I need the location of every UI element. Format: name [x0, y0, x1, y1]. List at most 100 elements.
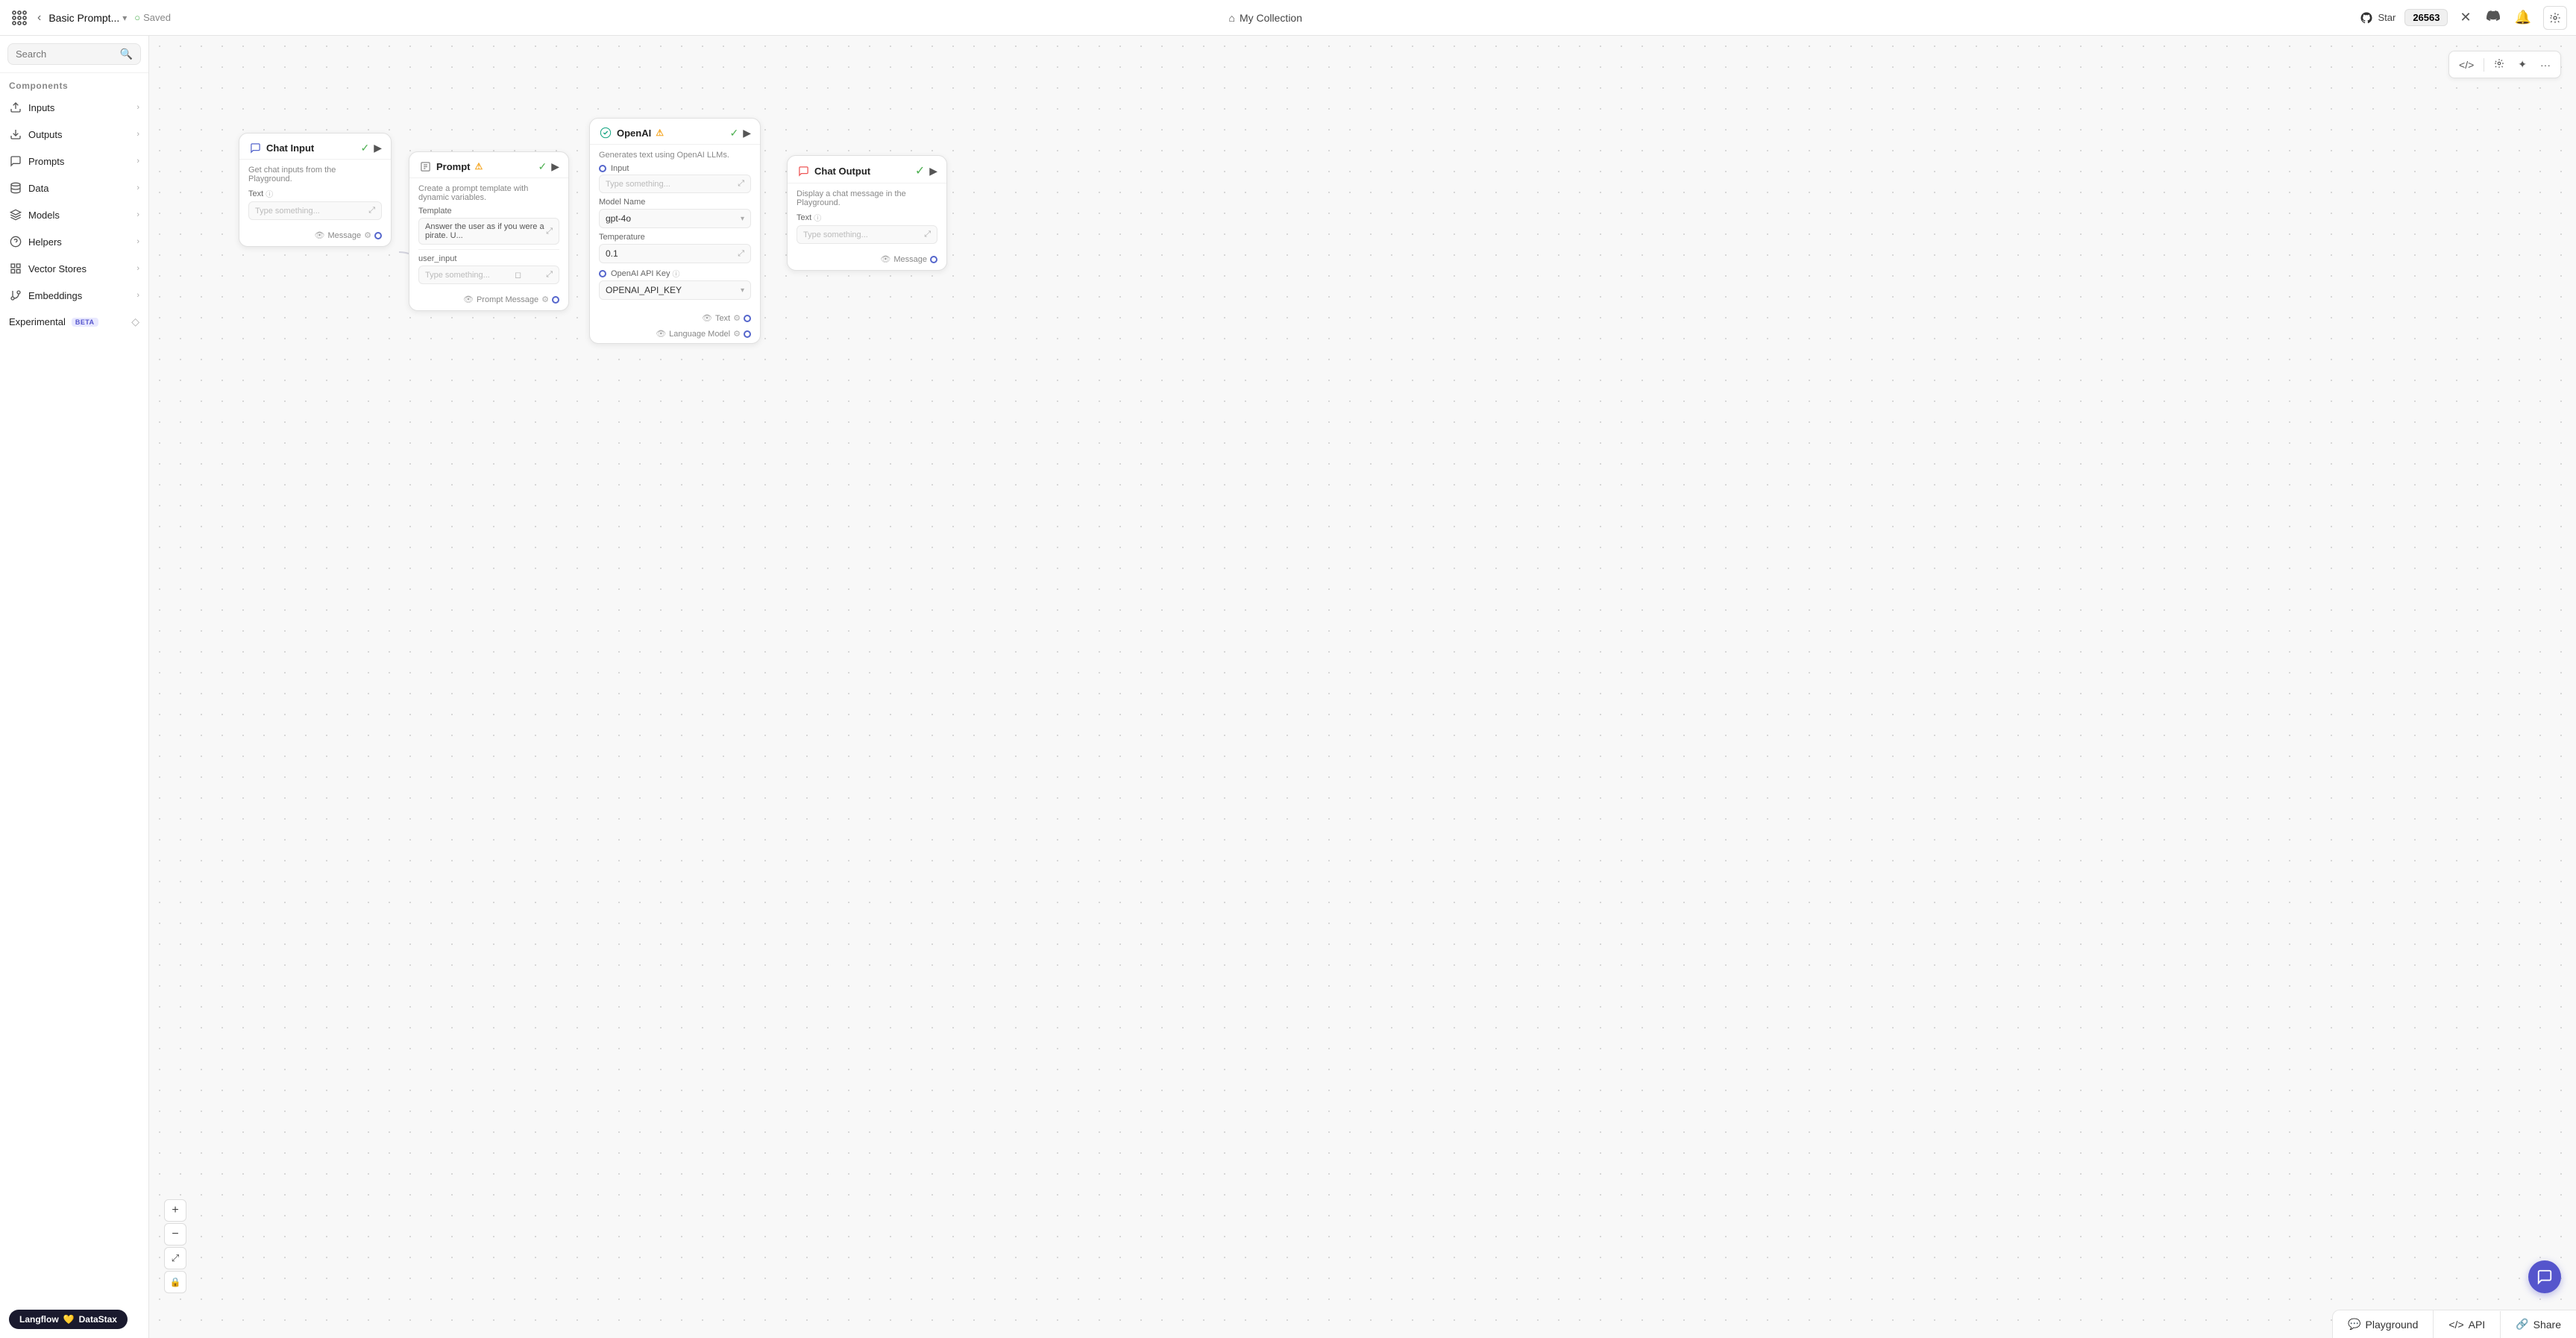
github-link[interactable]: Star — [2360, 11, 2396, 25]
zoom-in-button[interactable]: + — [164, 1199, 186, 1222]
back-button[interactable]: ‹ — [34, 8, 44, 28]
sidebar-item-experimental[interactable]: Experimental BETA ◇ — [0, 309, 148, 335]
company-label: DataStax — [79, 1314, 117, 1325]
more-button[interactable]: ··· — [2535, 55, 2556, 75]
expand-icon: ⤢ — [738, 249, 744, 259]
template-input[interactable]: Answer the user as if you were a pirate.… — [418, 218, 559, 245]
chevron-right-icon: › — [136, 103, 139, 112]
x-button[interactable]: ✕ — [2457, 7, 2474, 28]
chevron-right-icon: › — [136, 291, 139, 300]
chevron-right-icon: › — [136, 237, 139, 246]
lock-button[interactable]: 🔒 — [164, 1271, 186, 1293]
chat-fab-button[interactable] — [2528, 1260, 2561, 1293]
check-icon: ✓ — [360, 142, 369, 154]
discord-button[interactable] — [2484, 6, 2503, 29]
star-count[interactable]: 26563 — [2404, 9, 2448, 26]
settings-button[interactable] — [2543, 6, 2567, 30]
input-label: Input — [611, 164, 629, 173]
canvas-background[interactable]: Chat Input ✓ ▶ Get chat inputs from the … — [149, 36, 2576, 1338]
node-title: Chat Output — [814, 166, 870, 177]
api-icon: </> — [2448, 1319, 2463, 1331]
sidebar-item-models[interactable]: Models › — [0, 201, 148, 228]
output-port[interactable] — [930, 256, 937, 263]
magic-button[interactable]: ✦ — [2513, 54, 2532, 75]
sidebar-item-helpers[interactable]: Helpers › — [0, 228, 148, 255]
node-body: Get chat inputs from the Playground. Tex… — [239, 160, 391, 227]
chevron-right-icon: › — [136, 157, 139, 166]
model-select[interactable]: gpt-4o ▾ — [599, 209, 751, 228]
info-icon: ⓘ — [814, 212, 821, 223]
api-key-port[interactable] — [599, 270, 606, 277]
share-icon: 🔗 — [2516, 1318, 2528, 1331]
temp-input[interactable]: 0.1 ⤢ — [599, 244, 751, 263]
node-header: Chat Input ✓ ▶ — [239, 134, 391, 160]
sidebar-item-label: Inputs — [28, 102, 54, 113]
components-label: Components — [0, 73, 148, 94]
models-icon — [9, 208, 22, 222]
project-selector[interactable]: Basic Prompt... ▾ — [48, 12, 127, 24]
text-label: Text ⓘ — [797, 212, 937, 223]
node-description: Create a prompt template with dynamic va… — [418, 184, 559, 202]
check-icon: ✓ — [538, 160, 547, 173]
sidebar-item-prompts[interactable]: Prompts › — [0, 148, 148, 175]
search-box[interactable]: 🔍 — [7, 43, 141, 65]
fullscreen-button[interactable]: ⤢ — [164, 1247, 186, 1269]
text-output-port[interactable] — [744, 315, 751, 322]
sidebar-item-outputs[interactable]: Outputs › — [0, 121, 148, 148]
expand-icon: ⤢ — [546, 227, 553, 236]
check-icon: ○ — [134, 12, 140, 23]
user-input-label: user_input — [418, 254, 559, 263]
settings-icon: ⚙ — [733, 329, 741, 339]
chat-input-node[interactable]: Chat Input ✓ ▶ Get chat inputs from the … — [239, 133, 392, 247]
zoom-out-button[interactable]: − — [164, 1223, 186, 1246]
output-port[interactable] — [552, 296, 559, 304]
inputs-icon — [9, 101, 22, 114]
sidebar-item-vector-stores[interactable]: Vector Stores › — [0, 255, 148, 282]
chat-output-node[interactable]: Chat Output ✓ ▶ Display a chat message i… — [787, 155, 947, 271]
text-input[interactable]: Type something... ⤢ — [248, 201, 382, 220]
text-input[interactable]: Type something... ⤢ — [797, 225, 937, 244]
play-button[interactable]: ▶ — [929, 165, 937, 178]
prompt-node[interactable]: Prompt ⚠ ✓ ▶ Create a prompt template wi… — [409, 151, 569, 311]
check-icon: ✓ — [729, 127, 738, 139]
vector-stores-icon — [9, 262, 22, 275]
input-port[interactable] — [599, 165, 606, 172]
play-button[interactable]: ▶ — [551, 160, 559, 173]
lm-port-label: Language Model — [669, 330, 730, 339]
chevron-right-icon: › — [136, 183, 139, 192]
embeddings-icon — [9, 289, 22, 302]
notification-button[interactable]: 🔔 — [2512, 7, 2534, 28]
info-icon: ⓘ — [673, 268, 680, 279]
user-input[interactable]: Type something... ◻ ⤢ — [418, 266, 559, 284]
sidebar-item-embeddings[interactable]: Embeddings › — [0, 282, 148, 309]
search-input[interactable] — [16, 48, 116, 60]
star-label: Star — [2378, 12, 2396, 23]
topbar-left: ‹ Basic Prompt... ▾ ○ Saved — [9, 7, 171, 28]
expand-icon: ⤢ — [924, 230, 931, 239]
share-button[interactable]: 🔗 Share — [2501, 1310, 2576, 1338]
playground-button[interactable]: 💬 Playground — [2333, 1310, 2434, 1338]
node-body: Generates text using OpenAI LLMs. Input … — [590, 145, 760, 312]
outputs-icon — [9, 128, 22, 141]
play-button[interactable]: ▶ — [374, 142, 382, 154]
code-button[interactable]: </> — [2454, 55, 2479, 75]
sidebar-item-inputs[interactable]: Inputs › — [0, 94, 148, 121]
openai-node[interactable]: OpenAI ⚠ ✓ ▶ Generates text using OpenAI… — [589, 118, 761, 344]
canvas[interactable]: Chat Input ✓ ▶ Get chat inputs from the … — [149, 36, 2576, 1338]
api-button[interactable]: </> API — [2434, 1311, 2501, 1338]
beta-badge: BETA — [72, 318, 98, 327]
settings-icon: ⚙ — [364, 230, 371, 240]
check-icon: ✓ — [915, 163, 925, 178]
output-port[interactable] — [374, 232, 382, 239]
chat-input-icon — [248, 141, 262, 154]
settings-button[interactable] — [2489, 54, 2510, 75]
home-icon: ⌂ — [1229, 12, 1235, 24]
lm-output-port[interactable] — [744, 330, 751, 338]
sidebar-item-label: Models — [28, 210, 60, 221]
sidebar-search-area: 🔍 — [0, 36, 148, 73]
input-field[interactable]: Type something... ⤢ — [599, 175, 751, 193]
openai-icon — [599, 126, 612, 139]
play-button[interactable]: ▶ — [743, 127, 751, 139]
sidebar-item-data[interactable]: Data › — [0, 175, 148, 201]
api-key-select[interactable]: OPENAI_API_KEY ▾ — [599, 280, 751, 300]
